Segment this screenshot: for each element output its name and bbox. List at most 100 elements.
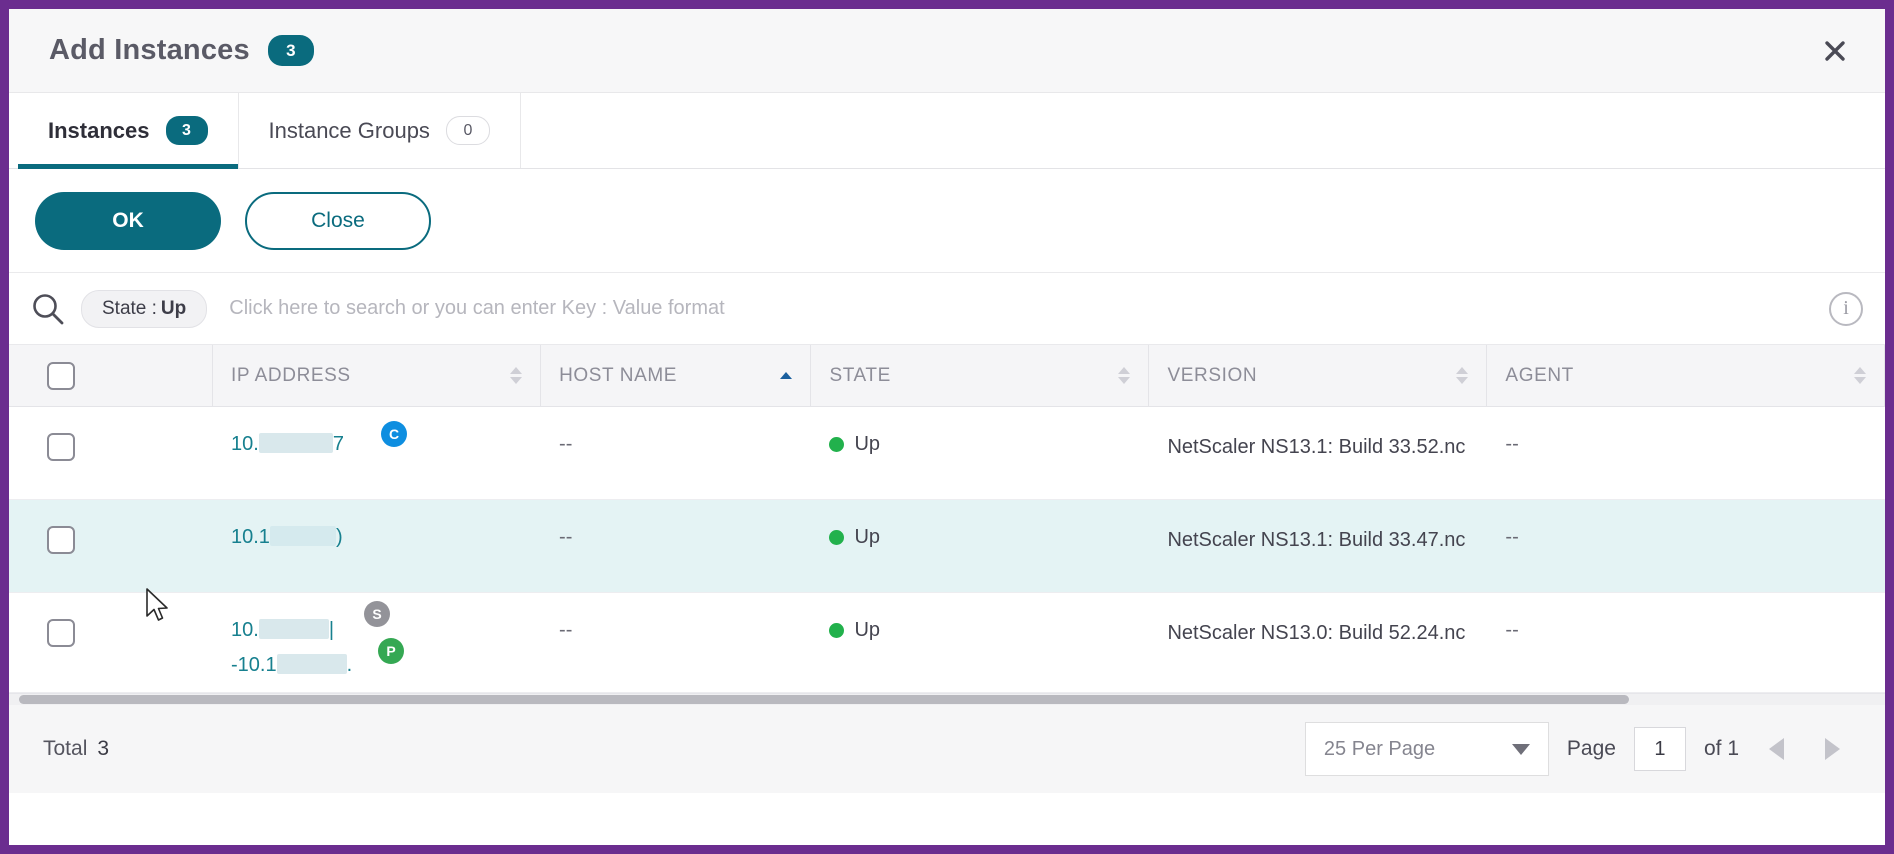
state-value: Up (854, 526, 881, 548)
per-page-label: 25 Per Page (1323, 737, 1436, 760)
per-page-select[interactable]: 25 Per Page (1304, 722, 1549, 776)
sort-icon-state[interactable] (1118, 367, 1131, 384)
ip-redacted (276, 654, 347, 674)
sort-icon-ip-address[interactable] (510, 367, 523, 384)
row-host-cell: -- (541, 593, 811, 692)
ip-badge-s: S (364, 601, 390, 627)
previous-page-button[interactable] (1757, 730, 1795, 768)
table-header-row: IP ADDRESS HOST NAME STATE VERSION AGENT (9, 345, 1885, 407)
sort-icon-agent[interactable] (1854, 367, 1866, 384)
host-name-value: -- (559, 433, 573, 455)
version-value: NetScaler NS13.1: Build 33.52.nc (1167, 436, 1466, 458)
state-value: Up (854, 433, 881, 455)
row-select-cell (9, 407, 213, 499)
row-agent-cell: -- (1487, 500, 1885, 592)
close-icon[interactable] (1815, 31, 1855, 71)
version-value: NetScaler NS13.0: Build 52.24.nc (1167, 622, 1466, 644)
ip-address-link[interactable]: 10.1) (231, 526, 343, 549)
ip-prefix: 10. (231, 433, 259, 455)
row-agent-cell: -- (1487, 593, 1885, 692)
tab-instance-groups[interactable]: Instance Groups 0 (238, 93, 521, 168)
ip-redacted (269, 526, 336, 546)
total-value: 3 (97, 737, 110, 760)
status-dot-icon (829, 437, 845, 452)
search-icon[interactable] (29, 290, 67, 328)
ip-suffix: | (328, 619, 335, 641)
ip-suffix: ) (335, 526, 343, 548)
row-checkbox[interactable] (47, 619, 75, 647)
instances-table: IP ADDRESS HOST NAME STATE VERSION AGENT (9, 345, 1885, 693)
ip-badge-c: C (381, 421, 407, 447)
row-checkbox[interactable] (47, 526, 75, 554)
filter-chip-value: Up (160, 297, 187, 319)
row-state-cell: Up (811, 407, 1149, 499)
host-name-value: -- (559, 619, 573, 641)
page-of-label: of 1 (1703, 737, 1739, 760)
row-state-cell: Up (811, 593, 1149, 692)
row-version-cell: NetScaler NS13.0: Build 52.24.nc (1149, 593, 1487, 692)
tab-instances-label: Instances (48, 117, 150, 143)
tab-instance-groups-badge: 0 (445, 116, 490, 145)
tab-instances-badge: 3 (165, 116, 208, 145)
pagination-controls: 25 Per Page Page of 1 (1304, 722, 1851, 776)
ok-button[interactable]: OK (35, 191, 221, 250)
ip-suffix: . (346, 654, 353, 676)
table-row[interactable]: 10. 7 C -- Up NetScaler NS13.1: Build 33.… (9, 407, 1885, 500)
column-header-host-name[interactable]: HOST NAME (541, 345, 812, 406)
ip-prefix: 10.1 (231, 526, 270, 548)
chevron-down-icon (1511, 743, 1530, 755)
host-name-value: -- (559, 526, 573, 548)
page-number-input[interactable] (1633, 727, 1686, 771)
column-label-version: VERSION (1167, 364, 1258, 386)
next-page-button[interactable] (1813, 730, 1851, 768)
filter-chip-state[interactable]: State : Up (81, 289, 208, 328)
page-title: Add Instances (49, 34, 250, 66)
search-input[interactable]: Click here to search or you can enter Ke… (229, 297, 1829, 320)
search-bar: State : Up Click here to search or you ca… (9, 273, 1885, 345)
header-count-badge: 3 (267, 35, 314, 66)
status-dot-icon (829, 623, 845, 638)
column-header-version[interactable]: VERSION (1149, 345, 1488, 406)
row-version-cell: NetScaler NS13.1: Build 33.52.nc (1149, 407, 1487, 499)
table-row[interactable]: 10. | S -10.1. P -- Up NetScaler NS13.0: … (9, 593, 1885, 693)
ip-badge-p: P (378, 638, 404, 664)
sort-icon-version[interactable] (1456, 367, 1469, 384)
row-checkbox[interactable] (47, 433, 75, 461)
tab-instance-groups-label: Instance Groups (268, 117, 430, 143)
column-label-agent: AGENT (1505, 364, 1574, 386)
ip-prefix: 10. (231, 619, 259, 641)
tab-bar: Instances 3 Instance Groups 0 (9, 93, 1885, 169)
ip-redacted (258, 433, 333, 453)
page-label: Page (1566, 737, 1616, 760)
column-header-agent[interactable]: AGENT (1487, 345, 1885, 406)
table-footer: Total 3 25 Per Page Page of 1 (9, 705, 1885, 793)
column-header-ip-address[interactable]: IP ADDRESS (213, 345, 542, 406)
action-bar: OK Close (9, 169, 1885, 273)
version-value: NetScaler NS13.1: Build 33.47.nc (1167, 529, 1466, 551)
dialog-header: Add Instances 3 (9, 9, 1885, 93)
select-all-checkbox[interactable] (47, 361, 75, 390)
total-label: Total (43, 737, 88, 760)
horizontal-scrollbar[interactable] (9, 693, 1885, 705)
ip-redacted (258, 619, 329, 639)
filter-chip-key: State : (102, 297, 157, 319)
ip-address-link-secondary[interactable]: -10.1. P (231, 638, 404, 677)
sort-icon-host-name[interactable] (780, 372, 793, 379)
state-value: Up (854, 619, 881, 641)
ip-address-link[interactable]: 10. 7 C (231, 421, 407, 456)
table-row[interactable]: 10.1) -- Up NetScaler NS13.1: Build 33.4… (9, 500, 1885, 593)
row-select-cell (9, 593, 213, 692)
row-select-cell (9, 500, 213, 592)
ip-address-link-primary[interactable]: 10. | S (231, 601, 390, 642)
info-icon[interactable]: i (1829, 291, 1863, 326)
row-ip-cell: 10.1) (213, 500, 541, 592)
scrollbar-thumb[interactable] (19, 695, 1629, 704)
close-button[interactable]: Close (245, 191, 431, 250)
tab-instances[interactable]: Instances 3 (18, 93, 239, 169)
row-ip-cell: 10. 7 C (213, 407, 541, 499)
row-ip-cell: 10. | S -10.1. P (213, 593, 541, 692)
column-header-state[interactable]: STATE (811, 345, 1150, 406)
row-agent-cell: -- (1487, 407, 1885, 499)
column-header-select (9, 345, 214, 406)
row-version-cell: NetScaler NS13.1: Build 33.47.nc (1149, 500, 1487, 592)
